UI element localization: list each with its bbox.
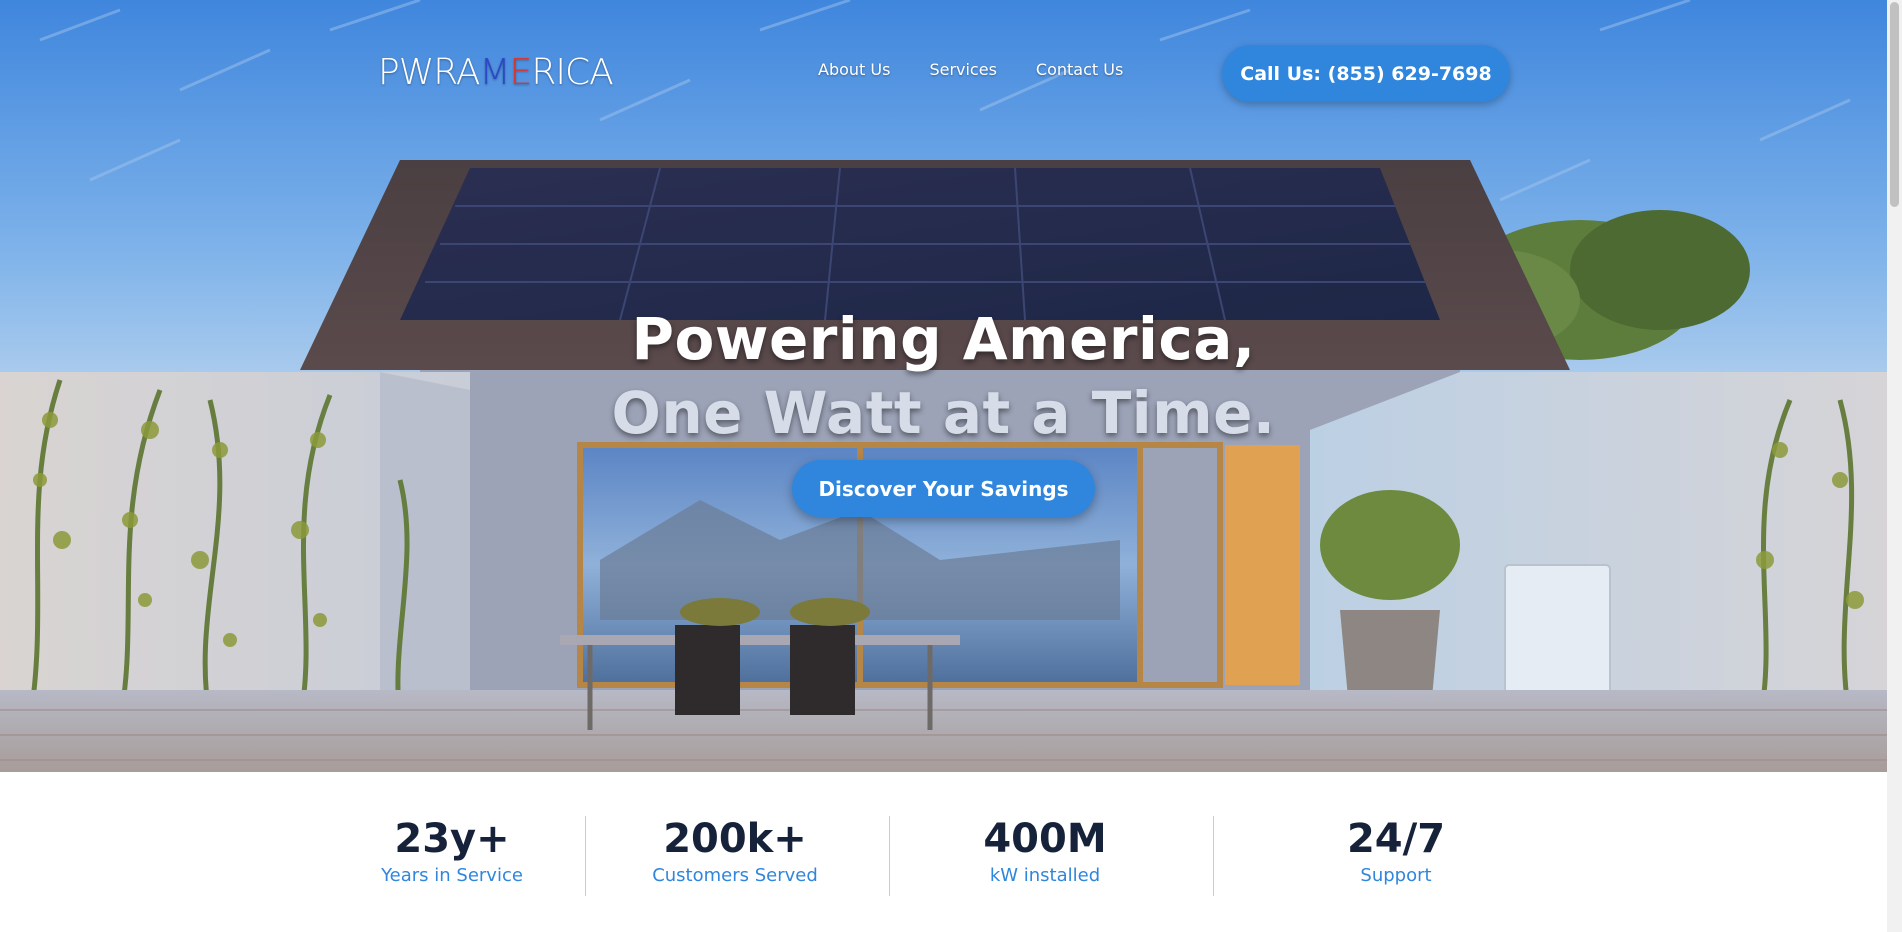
logo-text-part3: E [509,51,533,93]
stat-customers-served: 200k+ Customers Served [640,816,830,888]
brand-logo[interactable]: PWRA M E RICA [378,51,614,93]
nav-link-about-us[interactable]: About Us [818,60,890,79]
stats-section: 23y+ Years in Service 200k+ Customers Se… [0,772,1887,932]
stat-value: 23y+ [394,816,510,862]
stat-divider [889,816,890,896]
hero-headline-line1: Powering America, [631,305,1256,373]
call-us-button[interactable]: Call Us: (855) 629-7698 [1222,45,1510,102]
top-nav: PWRA M E RICA About Us Services Contact Us … [0,0,1887,150]
nav-link-services[interactable]: Services [929,60,996,79]
stat-label: Years in Service [381,865,523,886]
discover-savings-button[interactable]: Discover Your Savings [792,460,1095,517]
stat-value: 400M [983,816,1107,862]
hero-headline: Powering America, One Watt at a Time. [0,302,1887,450]
nav-link-contact-us[interactable]: Contact Us [1036,60,1123,79]
stat-label: kW installed [989,865,1101,886]
stat-value: 24/7 [1346,816,1446,862]
stat-value: 200k+ [663,816,807,862]
stat-divider [585,816,586,896]
stat-divider [1213,816,1214,896]
logo-text-part4: RICA [531,51,613,93]
vertical-scrollbar[interactable] [1887,0,1902,932]
hero-headline-line2: One Watt at a Time. [611,379,1276,447]
scrollbar-thumb[interactable] [1890,2,1899,207]
stat-label: Customers Served [652,865,818,886]
stat-years-in-service: 23y+ Years in Service [372,816,532,888]
logo-text-part1: PWRA [378,51,480,93]
page: PWRA M E RICA About Us Services Contact Us … [0,0,1887,932]
nav-links: About Us Services Contact Us [818,60,1162,79]
stat-kw-installed: 400M kW installed [960,816,1130,888]
stat-label: Support [1360,865,1432,886]
hero-section: PWRA M E RICA About Us Services Contact Us … [0,0,1887,772]
stat-support: 24/7 Support [1316,816,1476,888]
logo-text-part2: M [479,51,511,93]
